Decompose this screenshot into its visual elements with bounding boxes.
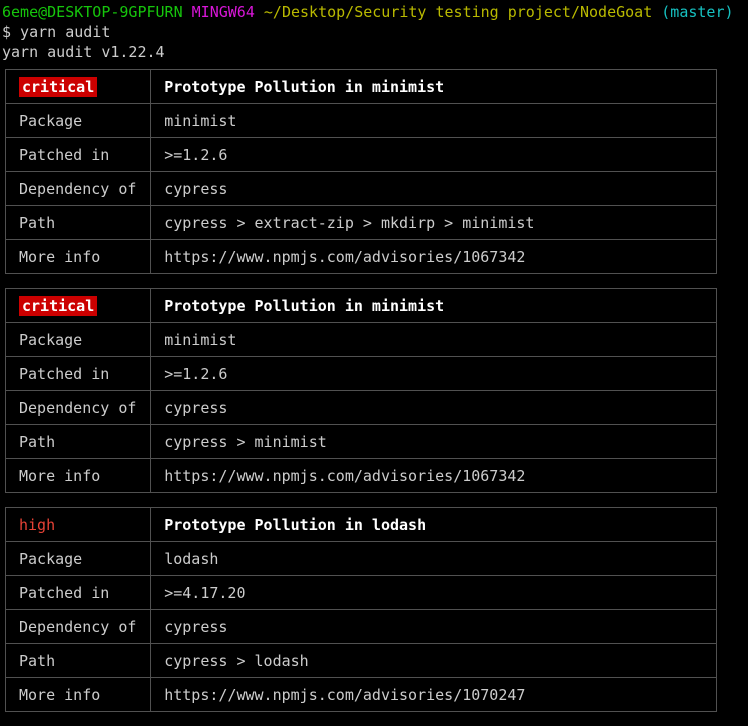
table-row: critical Prototype Pollution in minimist [4, 69, 717, 104]
table-row: Patched in >=1.2.6 [4, 137, 717, 172]
advisory-table: critical Prototype Pollution in minimist… [4, 69, 717, 274]
shell-prompt-block: 6eme@DESKTOP-9GPFURN MINGW64 ~/Desktop/S… [0, 0, 748, 62]
row-value-package: minimist [150, 322, 717, 357]
table-row: More info https://www.npmjs.com/advisori… [4, 458, 717, 493]
table-row: Package minimist [4, 322, 717, 357]
row-value-patched-in: >=1.2.6 [150, 356, 717, 391]
row-label-more-info: More info [4, 677, 152, 712]
table-row: Dependency of cypress [4, 171, 717, 206]
table-row: Patched in >=4.17.20 [4, 575, 717, 610]
row-label-more-info: More info [4, 239, 152, 274]
status-badge: high [19, 515, 56, 534]
row-value-package: lodash [150, 541, 717, 576]
advisory-table: high Prototype Pollution in lodash Packa… [4, 507, 717, 712]
advisory-table: critical Prototype Pollution in minimist… [4, 288, 717, 493]
row-label-dependency-of: Dependency of [4, 609, 152, 644]
row-label-path: Path [4, 643, 152, 678]
row-label-patched-in: Patched in [4, 137, 152, 172]
prompt-path: ~/Desktop/Security testing project/NodeG… [263, 3, 653, 21]
row-value-dependency-of: cypress [150, 171, 717, 206]
prompt-user-host: 6eme@DESKTOP-9GPFURN [2, 3, 183, 21]
row-label-path: Path [4, 205, 152, 240]
row-value-patched-in: >=1.2.6 [150, 137, 717, 172]
row-value-path: cypress > minimist [150, 424, 717, 459]
row-value-more-info[interactable]: https://www.npmjs.com/advisories/1067342 [150, 458, 717, 493]
command-line: $ yarn audit [2, 23, 111, 41]
table-row: Dependency of cypress [4, 609, 717, 644]
row-label-package: Package [4, 103, 152, 138]
severity-cell: critical [4, 69, 152, 104]
table-row: Path cypress > lodash [4, 643, 717, 678]
advisory-list: critical Prototype Pollution in minimist… [0, 69, 748, 712]
table-row: Package minimist [4, 103, 717, 138]
row-value-more-info[interactable]: https://www.npmjs.com/advisories/1070247 [150, 677, 717, 712]
row-value-dependency-of: cypress [150, 390, 717, 425]
row-label-dependency-of: Dependency of [4, 171, 152, 206]
prompt-space-3 [652, 3, 661, 21]
prompt-git-branch: (master) [661, 3, 734, 21]
row-label-package: Package [4, 541, 152, 576]
severity-cell: critical [4, 288, 152, 323]
row-value-more-info[interactable]: https://www.npmjs.com/advisories/1067342 [150, 239, 717, 274]
row-label-more-info: More info [4, 458, 152, 493]
row-label-dependency-of: Dependency of [4, 390, 152, 425]
advisory-title: Prototype Pollution in minimist [150, 288, 717, 323]
row-label-patched-in: Patched in [4, 575, 152, 610]
row-value-patched-in: >=4.17.20 [150, 575, 717, 610]
advisory-title: Prototype Pollution in minimist [150, 69, 717, 104]
table-row: Dependency of cypress [4, 390, 717, 425]
row-label-package: Package [4, 322, 152, 357]
table-row: high Prototype Pollution in lodash [4, 507, 717, 542]
advisory-title: Prototype Pollution in lodash [150, 507, 717, 542]
yarn-version-line: yarn audit v1.22.4 [2, 43, 165, 61]
row-label-patched-in: Patched in [4, 356, 152, 391]
prompt-space-2 [255, 3, 264, 21]
status-badge: critical [19, 295, 98, 316]
prompt-line: 6eme@DESKTOP-9GPFURN MINGW64 ~/Desktop/S… [0, 2, 748, 22]
table-row: Patched in >=1.2.6 [4, 356, 717, 391]
table-row: Package lodash [4, 541, 717, 576]
table-row: More info https://www.npmjs.com/advisori… [4, 677, 717, 712]
table-row: Path cypress > minimist [4, 424, 717, 459]
prompt-shell: MINGW64 [191, 3, 255, 21]
row-value-dependency-of: cypress [150, 609, 717, 644]
table-row: critical Prototype Pollution in minimist [4, 288, 717, 323]
table-row: More info https://www.npmjs.com/advisori… [4, 239, 717, 274]
status-badge: critical [19, 76, 98, 97]
row-value-package: minimist [150, 103, 717, 138]
prompt-space-1 [183, 3, 192, 21]
row-value-path: cypress > lodash [150, 643, 717, 678]
row-value-path: cypress > extract-zip > mkdirp > minimis… [150, 205, 717, 240]
table-row: Path cypress > extract-zip > mkdirp > mi… [4, 205, 717, 240]
severity-cell: high [4, 507, 152, 542]
terminal-window: 6eme@DESKTOP-9GPFURN MINGW64 ~/Desktop/S… [0, 0, 748, 726]
row-label-path: Path [4, 424, 152, 459]
